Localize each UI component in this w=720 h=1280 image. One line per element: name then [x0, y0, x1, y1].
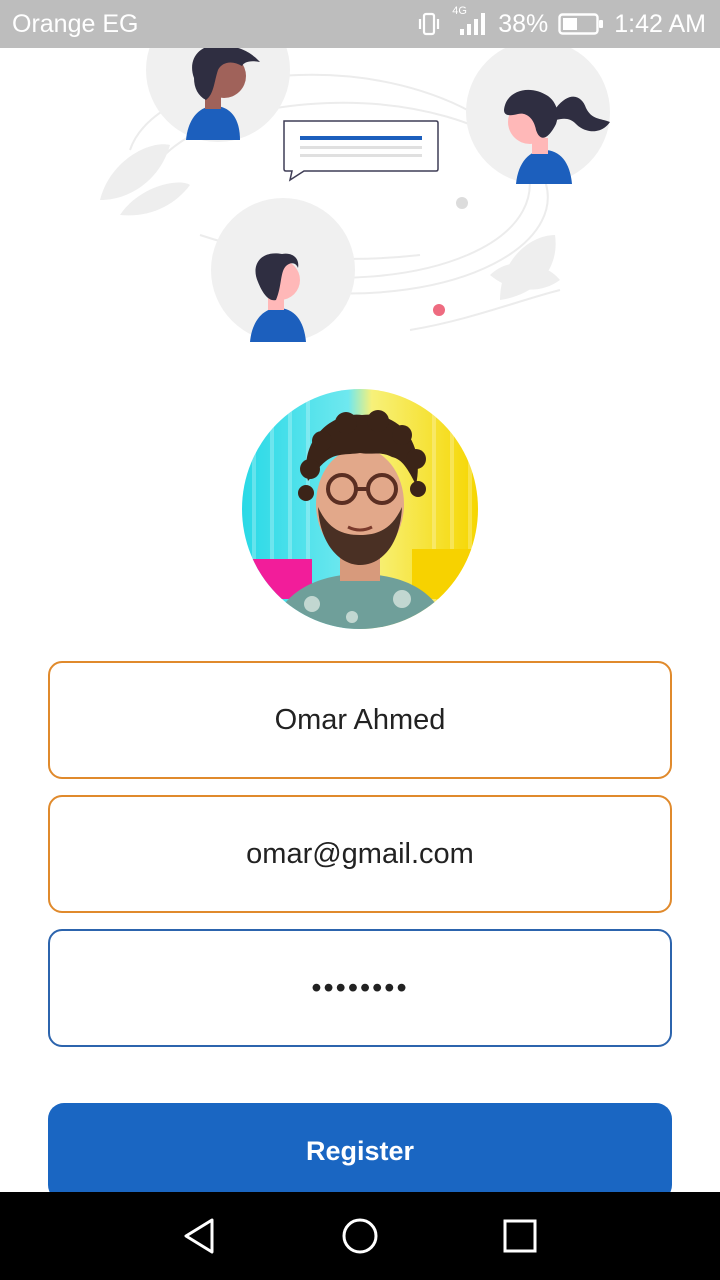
name-field[interactable] [48, 661, 672, 779]
name-input[interactable] [50, 663, 670, 777]
signal-icon: 4G [452, 5, 488, 37]
password-input[interactable] [50, 931, 670, 1045]
chat-people-illustration [0, 0, 720, 360]
clock: 1:42 AM [614, 9, 706, 38]
carrier-name: Orange EG [12, 9, 139, 38]
network-type-label: 4G [452, 5, 467, 17]
profile-photo[interactable] [242, 389, 478, 629]
battery-percent: 38% [498, 9, 549, 38]
vibrate-icon [416, 11, 442, 37]
navigation-bar [0, 1192, 720, 1280]
recents-square-icon[interactable] [490, 1206, 550, 1266]
register-button[interactable]: Register [48, 1103, 672, 1201]
battery-icon [558, 12, 604, 36]
email-input[interactable] [50, 797, 670, 911]
email-field[interactable] [48, 795, 672, 913]
home-circle-icon[interactable] [330, 1206, 390, 1266]
back-triangle-icon[interactable] [170, 1206, 230, 1266]
status-icons: 4G 38% 1:42 AM [416, 5, 706, 39]
password-field[interactable] [48, 929, 672, 1047]
status-bar: Orange EG 4G 38% 1:42 AM [0, 0, 720, 48]
